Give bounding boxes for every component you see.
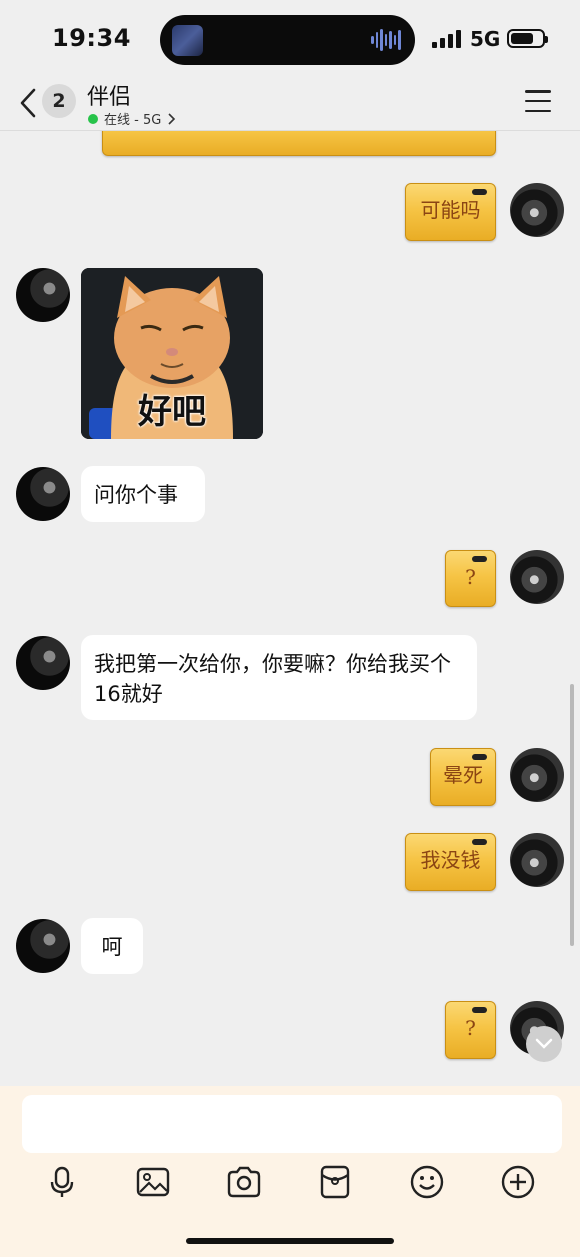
message-bubble[interactable]: 问你个事 [81, 466, 205, 522]
sticker-caption: 好吧 [138, 392, 206, 432]
contact-avatar[interactable] [16, 467, 70, 521]
cat-sticker[interactable]: 好吧 [81, 268, 263, 439]
my-avatar[interactable] [510, 550, 564, 604]
online-dot-icon [88, 113, 98, 124]
card-camera-icon [472, 754, 487, 760]
my-avatar[interactable] [510, 183, 564, 237]
image-icon[interactable] [135, 1164, 171, 1200]
status-bar: 19:34 5G [0, 0, 580, 78]
online-status-text: 在线 - 5G [104, 113, 162, 128]
card-camera-icon [472, 189, 487, 195]
contact-avatar[interactable] [16, 636, 70, 690]
message-gold-card[interactable]: ? [445, 550, 496, 607]
microphone-icon[interactable] [44, 1164, 80, 1200]
plus-icon[interactable] [500, 1164, 536, 1200]
contact-name[interactable]: 伴侣 [87, 79, 131, 111]
message-list[interactable]: 可能吗 好吧 问你个事 ? 我把第一次给你，你要嘛？你给我买个16就好 晕死 我… [0, 131, 580, 1086]
message-gold-card[interactable]: 可能吗 [405, 183, 496, 241]
card-camera-icon [472, 556, 487, 562]
card-camera-icon [472, 839, 487, 845]
dynamic-island[interactable] [160, 15, 415, 65]
input-panel [0, 1086, 580, 1257]
message-text: 可能吗 [420, 198, 481, 222]
input-toolbar [0, 1164, 580, 1200]
message-gold-card[interactable]: 我没钱 [405, 833, 496, 891]
scrollbar[interactable] [570, 684, 574, 946]
menu-icon[interactable] [525, 90, 551, 112]
card-camera-icon [472, 1007, 487, 1013]
my-avatar[interactable] [510, 833, 564, 887]
home-indicator[interactable] [186, 1238, 394, 1244]
message-bubble[interactable]: 呵 [81, 918, 143, 974]
message-gold-card[interactable]: 晕死 [430, 748, 496, 806]
message-bubble[interactable]: 我把第一次给你，你要嘛？你给我买个16就好 [81, 635, 477, 720]
contact-avatar[interactable] [16, 919, 70, 973]
red-packet-icon[interactable] [317, 1164, 353, 1200]
signal-icon [432, 30, 462, 48]
chat-header: 2 伴侣 在线 - 5G [0, 78, 580, 131]
chevron-right-icon [168, 112, 176, 125]
chevron-down-icon [535, 1038, 553, 1049]
camera-icon[interactable] [226, 1164, 262, 1200]
online-status[interactable]: 在线 - 5G [88, 109, 176, 128]
message-text: 晕死 [443, 763, 483, 787]
message-text: 我没钱 [420, 848, 481, 872]
battery-icon [507, 29, 548, 48]
now-playing-thumbnail [172, 25, 203, 56]
unread-count-badge[interactable]: 2 [42, 84, 76, 118]
emoji-icon[interactable] [409, 1164, 445, 1200]
network-type: 5G [470, 27, 501, 51]
audio-wave-icon [371, 29, 402, 51]
message-gold-card[interactable]: ? [445, 1001, 496, 1059]
status-time: 19:34 [52, 24, 131, 52]
message-text: ? [465, 1016, 476, 1040]
back-icon[interactable] [16, 86, 42, 120]
my-avatar[interactable] [510, 748, 564, 802]
scroll-to-bottom-button[interactable] [526, 1026, 562, 1062]
contact-avatar[interactable] [16, 268, 70, 322]
message-input[interactable] [22, 1095, 562, 1153]
message-gold-card-partial[interactable] [102, 131, 496, 156]
message-text: ? [465, 565, 476, 589]
